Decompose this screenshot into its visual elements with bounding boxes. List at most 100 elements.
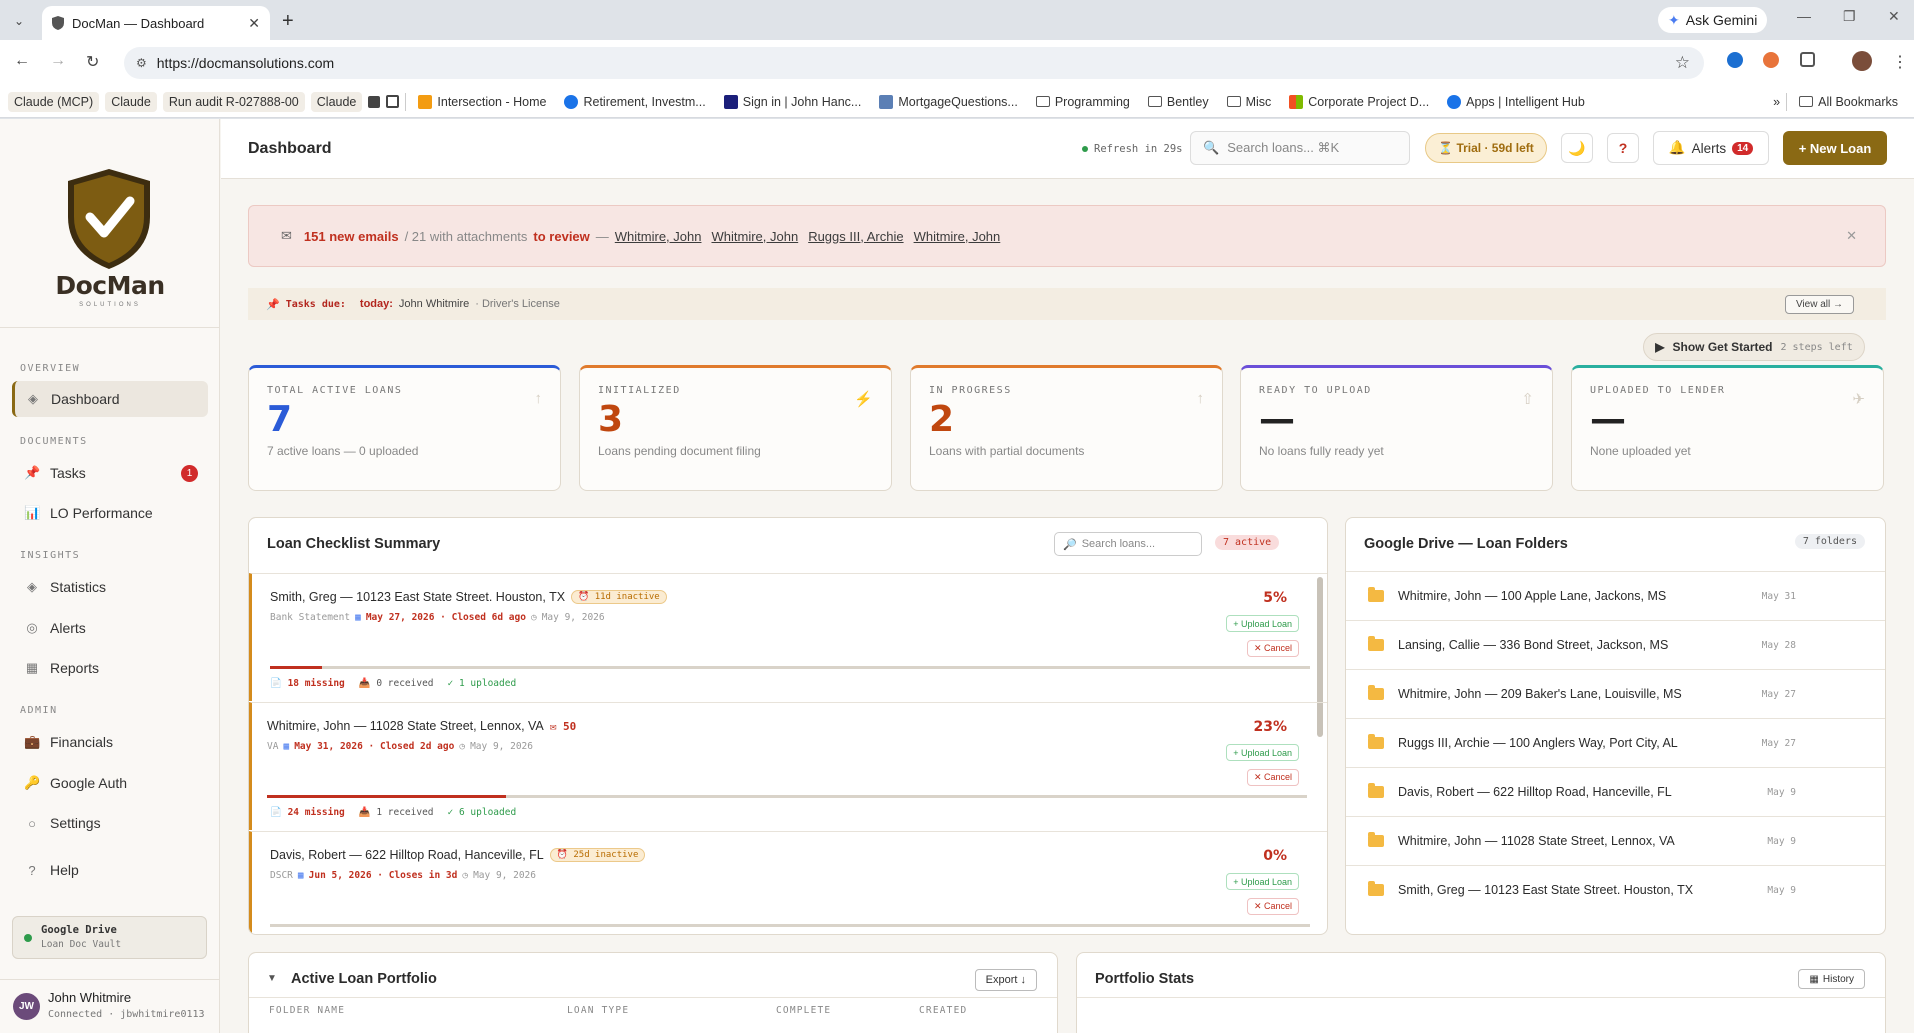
sidebar-item-tasks[interactable]: 📌 Tasks 1 bbox=[12, 455, 208, 491]
restore-icon[interactable]: ❐ bbox=[1843, 8, 1856, 25]
show-get-started-button[interactable]: ▶ Show Get Started 2 steps left bbox=[1643, 333, 1865, 361]
stat-card-in-progress[interactable]: IN PROGRESS 2 Loans with partial documen… bbox=[910, 365, 1223, 491]
minimize-icon[interactable]: — bbox=[1797, 8, 1811, 24]
cancel-loan-button[interactable]: ✕ Cancel bbox=[1246, 640, 1299, 657]
bookmark-misc[interactable]: Misc bbox=[1221, 93, 1278, 111]
claude-extension-icon[interactable] bbox=[1763, 52, 1779, 68]
export-button[interactable]: Export ↓ bbox=[974, 969, 1037, 991]
column-header[interactable]: CREATED bbox=[919, 1005, 967, 1016]
app-icon[interactable] bbox=[368, 95, 381, 108]
email-sender-link[interactable]: Whitmire, John bbox=[914, 229, 1001, 244]
bookmark-intersection[interactable]: Intersection - Home bbox=[412, 93, 552, 111]
loan-row[interactable]: Davis, Robert — 622 Hilltop Road, Hancev… bbox=[249, 831, 1327, 934]
sidebar-item-help[interactable]: ? Help bbox=[12, 852, 208, 888]
bookmark-claude[interactable]: Claude bbox=[105, 91, 157, 112]
folder-row[interactable]: Davis, Robert — 622 Hilltop Road, Hancev… bbox=[1346, 767, 1885, 816]
help-question-icon[interactable]: ? bbox=[1607, 133, 1639, 163]
extension-icon[interactable] bbox=[1727, 52, 1743, 68]
bookmark-retirement[interactable]: Retirement, Investm... bbox=[558, 93, 711, 111]
sidebar-item-settings[interactable]: ○ Settings bbox=[12, 805, 208, 841]
bookmark-claude-mcp[interactable]: Claude (MCP) bbox=[8, 91, 100, 112]
bookmark-mortgage[interactable]: MortgageQuestions... bbox=[873, 93, 1024, 111]
theme-toggle-moon-icon[interactable]: 🌙 bbox=[1561, 133, 1593, 163]
email-sender-link[interactable]: Whitmire, John bbox=[615, 229, 702, 244]
stat-card-initialized[interactable]: INITIALIZED 3 Loans pending document fil… bbox=[579, 365, 892, 491]
new-loan-button[interactable]: + New Loan bbox=[1783, 131, 1887, 165]
sidebar-item-statistics[interactable]: ◈ Statistics bbox=[12, 569, 208, 605]
stat-card-total-active[interactable]: TOTAL ACTIVE LOANS 7 7 active loans — 0 … bbox=[248, 365, 561, 491]
stat-card-uploaded-to-lender[interactable]: UPLOADED TO LENDER — None uploaded yet ✈ bbox=[1571, 365, 1884, 491]
all-bookmarks[interactable]: All Bookmarks bbox=[1793, 93, 1904, 111]
sidebar-item-google-auth[interactable]: 🔑 Google Auth bbox=[12, 765, 208, 801]
divider bbox=[249, 997, 1057, 998]
folder-row[interactable]: Lansing, Callie — 336 Bond Street, Jacks… bbox=[1346, 620, 1885, 669]
folder-row[interactable]: Whitmire, John — 100 Apple Lane, Jackons… bbox=[1346, 571, 1885, 620]
extensions-puzzle-icon[interactable] bbox=[1800, 52, 1815, 67]
alerts-button[interactable]: 🔔 Alerts 14 bbox=[1653, 131, 1769, 165]
google-drive-status[interactable]: Google Drive Loan Doc Vault bbox=[12, 916, 207, 959]
bookmark-claude-2[interactable]: Claude bbox=[310, 91, 363, 112]
folder-row[interactable]: Smith, Greg — 10123 East State Street. H… bbox=[1346, 865, 1885, 914]
bookmark-programming[interactable]: Programming bbox=[1030, 93, 1136, 111]
user-profile[interactable]: JW John Whitmire Connected · jbwhitmire0… bbox=[0, 979, 219, 1033]
cancel-loan-button[interactable]: ✕ Cancel bbox=[1246, 898, 1299, 915]
profile-avatar[interactable] bbox=[1852, 51, 1872, 71]
column-header[interactable]: FOLDER NAME bbox=[269, 1005, 345, 1016]
sidebar-item-alerts[interactable]: ◎ Alerts bbox=[12, 610, 208, 646]
bookmark-run-audit[interactable]: Run audit R-027888-00 bbox=[162, 91, 305, 112]
bookmark-star-icon[interactable]: ☆ bbox=[1675, 53, 1690, 73]
url-bar[interactable]: ⚙ https://docmansolutions.com ☆ bbox=[124, 47, 1704, 79]
site-info-icon[interactable]: ⚙ bbox=[136, 56, 147, 70]
loan-meta: VA ▦ May 31, 2026 · Closed 2d ago ◷ May … bbox=[267, 741, 533, 752]
folder-row[interactable]: Whitmire, John — 209 Baker's Lane, Louis… bbox=[1346, 669, 1885, 718]
grid-icon[interactable] bbox=[386, 95, 400, 108]
new-tab-icon[interactable]: + bbox=[282, 10, 294, 33]
cancel-loan-button[interactable]: ✕ Cancel bbox=[1246, 769, 1299, 786]
browser-tab[interactable]: DocMan — Dashboard ✕ bbox=[42, 6, 270, 40]
task-name[interactable]: John Whitmire bbox=[399, 298, 469, 310]
reload-icon[interactable]: ↻ bbox=[86, 52, 99, 72]
sidebar-item-reports[interactable]: ▦ Reports bbox=[12, 650, 208, 686]
alerts-label: Alerts bbox=[1691, 140, 1727, 156]
bookmark-corporate[interactable]: Corporate Project D... bbox=[1283, 93, 1435, 111]
panel-title: Portfolio Stats bbox=[1095, 971, 1195, 987]
back-icon[interactable]: ← bbox=[14, 52, 30, 70]
history-button[interactable]: ▦ History bbox=[1798, 969, 1865, 989]
tab-close-icon[interactable]: ✕ bbox=[248, 15, 260, 32]
tab-search-icon[interactable]: ⌄ bbox=[8, 10, 30, 32]
bookmark-john-hancock[interactable]: Sign in | John Hanc... bbox=[718, 93, 868, 111]
loan-row[interactable]: Smith, Greg — 10123 East State Street. H… bbox=[249, 573, 1327, 701]
trial-badge[interactable]: ⏳ Trial · 59d left bbox=[1425, 133, 1547, 163]
view-all-button[interactable]: View all → bbox=[1784, 295, 1854, 314]
ask-gemini-button[interactable]: ✦ Ask Gemini bbox=[1658, 7, 1768, 33]
top-header: Dashboard Refresh in 29s 🔍 Search loans.… bbox=[221, 119, 1914, 179]
upload-loan-button[interactable]: + Upload Loan bbox=[1226, 744, 1299, 761]
upload-loan-button[interactable]: + Upload Loan bbox=[1226, 615, 1299, 632]
column-header[interactable]: LOAN TYPE bbox=[567, 1005, 629, 1016]
folder-name: Whitmire, John — 100 Apple Lane, Jackons… bbox=[1398, 589, 1667, 603]
email-sender-link[interactable]: Whitmire, John bbox=[711, 229, 798, 244]
close-icon[interactable]: ✕ bbox=[1846, 228, 1857, 244]
logo[interactable]: DocMan SOLUTIONS bbox=[0, 119, 219, 328]
loan-row[interactable]: Whitmire, John — 11028 State Street, Len… bbox=[249, 702, 1327, 830]
upload-loan-button[interactable]: + Upload Loan bbox=[1226, 873, 1299, 890]
close-window-icon[interactable]: ✕ bbox=[1888, 8, 1900, 25]
email-sender-link[interactable]: Ruggs III, Archie bbox=[808, 229, 903, 244]
folder-row[interactable]: Whitmire, John — 11028 State Street, Len… bbox=[1346, 816, 1885, 865]
browser-menu-icon[interactable]: ⋮ bbox=[1892, 52, 1908, 72]
forward-icon[interactable]: → bbox=[50, 52, 66, 70]
sidebar-item-dashboard[interactable]: ◈ Dashboard bbox=[12, 381, 208, 417]
sidebar-item-lo-performance[interactable]: 📊 LO Performance bbox=[12, 495, 208, 531]
folder-row[interactable]: Ruggs III, Archie — 100 Anglers Way, Por… bbox=[1346, 718, 1885, 767]
stat-subtitle: Loans with partial documents bbox=[929, 444, 1085, 458]
search-input[interactable]: 🔍 Search loans... ⌘K bbox=[1190, 131, 1410, 165]
more-bookmarks-icon[interactable]: » bbox=[1773, 95, 1780, 109]
bookmark-bentley[interactable]: Bentley bbox=[1142, 93, 1215, 111]
email-review: to review bbox=[533, 228, 590, 244]
stat-card-ready-to-upload[interactable]: READY TO UPLOAD — No loans fully ready y… bbox=[1240, 365, 1553, 491]
column-header[interactable]: COMPLETE bbox=[776, 1005, 831, 1016]
loan-search-input[interactable]: 🔎 Search loans... bbox=[1054, 532, 1202, 556]
collapse-caret-icon[interactable]: ▼ bbox=[267, 973, 277, 984]
bookmark-apps[interactable]: Apps | Intelligent Hub bbox=[1441, 93, 1591, 111]
sidebar-item-financials[interactable]: 💼 Financials bbox=[12, 724, 208, 760]
